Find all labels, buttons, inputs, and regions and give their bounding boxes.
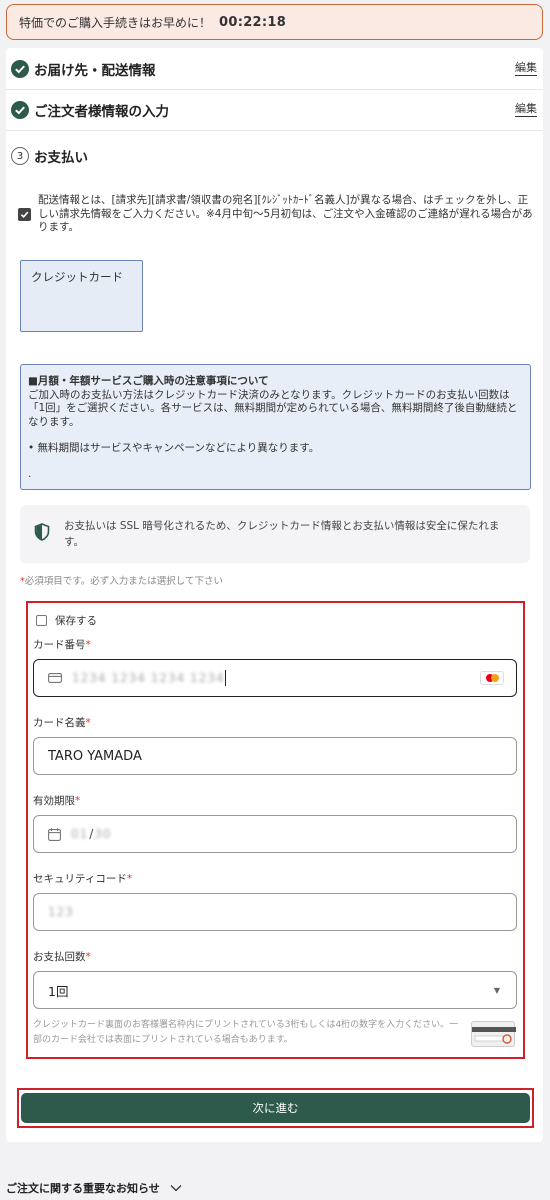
timer-message: 特価でのご購入手続きはお早めに！ — [19, 15, 212, 30]
cvc-hint: クレジットカード裏面のお客様署名枠内にプリントされている3桁もしくは4桁の数字を… — [33, 1020, 459, 1045]
cvc-label: セキュリティコード* — [33, 873, 133, 885]
mastercard-icon — [480, 671, 504, 685]
checkmark-icon — [20, 211, 29, 219]
ssl-notice: お支払いは SSL 暗号化されるため、クレジットカード情報とお支払い情報は安全に… — [20, 505, 530, 563]
checkout-card: お届け先・配送情報 編集 ご注文者様情報の入力 編集 3 お支払い 配送情報とは… — [6, 48, 543, 1142]
chevron-down-icon: ▼ — [493, 985, 500, 995]
step-title: お届け先・配送情報 — [34, 62, 156, 79]
billing-notice: 配送情報とは、[請求先][請求書/領収書の宛名][ｸﾚｼﾞｯﾄｶｰﾄﾞ名義人]が… — [18, 194, 533, 235]
expiry-month: 01 — [71, 827, 89, 841]
important-notice-toggle[interactable]: ご注文に関する重要なお知らせ — [6, 1180, 182, 1196]
expiry-year: 30 — [94, 827, 112, 841]
card-number-input[interactable]: 1234 1234 1234 1234 — [33, 659, 517, 697]
payment-method-credit-card[interactable]: クレジットカード — [20, 260, 143, 332]
card-name-label: カード名義* — [33, 717, 91, 729]
timer-countdown: 00:22:18 — [219, 14, 287, 30]
required-note: *必須項目です。必ず入力または選択して下さい — [20, 576, 224, 587]
expiry-label: 有効期限* — [33, 795, 81, 807]
save-card-label: 保存する — [55, 615, 97, 627]
card-back-icon — [471, 1021, 516, 1047]
shield-icon — [34, 522, 50, 546]
expiry-separator: / — [89, 827, 94, 841]
timer-banner: 特価でのご購入手続きはお早めに！ 00:22:18 — [6, 4, 543, 40]
save-card-checkbox[interactable] — [36, 615, 47, 626]
info-dot: . — [28, 467, 32, 480]
card-number-placeholder: 1234 1234 1234 1234 — [72, 671, 225, 685]
billing-notice-text: 配送情報とは、[請求先][請求書/領収書の宛名][ｸﾚｼﾞｯﾄｶｰﾄﾞ名義人]が… — [38, 194, 533, 233]
check-circle-icon — [11, 59, 29, 78]
installments-value: 1回 — [48, 983, 69, 999]
payment-method-label: クレジットカード — [31, 270, 123, 284]
step-title: ご注文者様情報の入力 — [34, 103, 169, 120]
chevron-down-icon — [170, 1185, 182, 1192]
installments-label: お支払回数* — [33, 951, 91, 963]
ssl-text: お支払いは SSL 暗号化されるため、クレジットカード情報とお支払い情報は安全に… — [64, 520, 500, 548]
text-cursor — [224, 670, 227, 686]
step-delivery[interactable]: お届け先・配送情報 編集 — [6, 48, 543, 90]
edit-orderer-link[interactable]: 編集 — [515, 102, 537, 117]
card-number-label: カード番号* — [33, 639, 91, 651]
save-card-option[interactable]: 保存する — [36, 613, 97, 628]
card-name-input[interactable]: TARO YAMADA — [33, 737, 517, 775]
info-heading: ■月額・年額サービスご購入時の注意事項について — [28, 375, 269, 387]
cvc-input[interactable]: 123 — [33, 893, 517, 931]
credit-card-icon — [48, 673, 62, 683]
cvc-placeholder: 123 — [48, 905, 74, 919]
step-number: 3 — [11, 147, 29, 165]
important-notice-label: ご注文に関する重要なお知らせ — [6, 1182, 160, 1195]
card-name-value: TARO YAMADA — [48, 748, 142, 764]
step-title: お支払い — [34, 150, 88, 166]
check-circle-icon — [11, 100, 29, 119]
step-orderer[interactable]: ご注文者様情報の入力 編集 — [6, 89, 543, 131]
calendar-icon — [48, 827, 61, 841]
next-button[interactable]: 次に進む — [21, 1093, 530, 1123]
edit-delivery-link[interactable]: 編集 — [515, 61, 537, 76]
card-form: 保存する カード番号* 1234 1234 1234 1234 カード名義* T… — [26, 601, 525, 1059]
step-payment: 3 お支払い — [6, 136, 543, 176]
subscription-info-box: ■月額・年額サービスご購入時の注意事項について ご加入時のお支払い方法はクレジッ… — [20, 364, 531, 490]
info-body: ご加入時のお支払い方法はクレジットカード決済のみとなります。クレジットカードのお… — [28, 388, 518, 428]
billing-checkbox[interactable] — [18, 208, 31, 221]
expiry-input[interactable]: 01 / 30 — [33, 815, 517, 853]
installments-select[interactable]: 1回 ▼ — [33, 971, 517, 1009]
next-button-highlight: 次に進む — [17, 1088, 534, 1128]
info-bullet: • 無料期間はサービスやキャンペーンなどにより異なります。 — [28, 442, 320, 454]
